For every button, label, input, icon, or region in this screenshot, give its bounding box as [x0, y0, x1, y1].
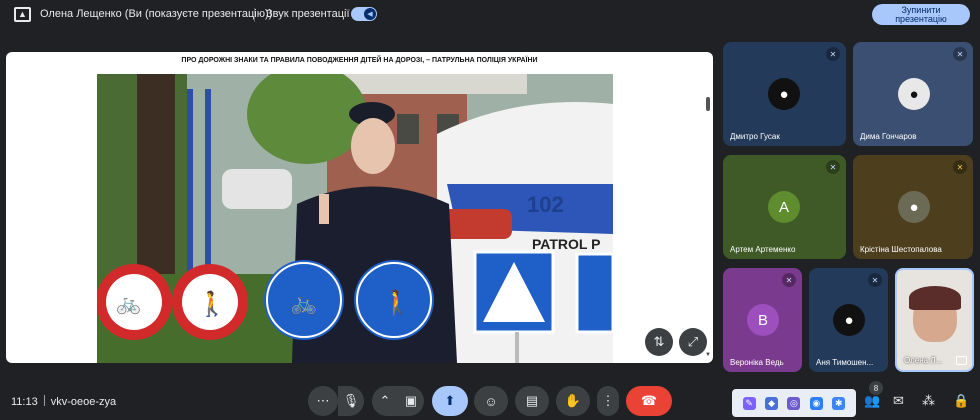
- avatar-letter: А: [768, 191, 800, 223]
- presenting-banner: ▲ Олена Лещенко (Ви (показуєте презентац…: [0, 0, 980, 30]
- people-icon[interactable]: 👥: [864, 393, 880, 409]
- participant-name: Дима Гончаров: [860, 132, 917, 141]
- chat-icon[interactable]: ✉: [893, 393, 904, 409]
- host-controls-icon[interactable]: 🔒: [953, 393, 969, 409]
- mic-off-icon: ✕: [826, 160, 840, 174]
- swap-layout-icon[interactable]: ⇅: [645, 328, 673, 356]
- mic-off-icon: ✕: [782, 273, 796, 287]
- participant-name: Олена Л...: [904, 356, 943, 365]
- participant-name: Дмитро Гусак: [730, 132, 780, 141]
- svg-text:🚲: 🚲: [116, 291, 141, 315]
- presentation-title: ПРО ДОРОЖНІ ЗНАКИ ТА ПРАВИЛА ПОВОДЖЕННЯ …: [181, 57, 538, 64]
- extension-icon[interactable]: ◆: [765, 396, 779, 410]
- extension-icon[interactable]: ◉: [809, 396, 823, 410]
- speaker-icon: ◀: [364, 8, 376, 20]
- participant-tile[interactable]: А ✕ Артем Артеменко: [723, 155, 846, 259]
- meeting-info: 11:13 vkv-oeoe-zya: [11, 395, 116, 408]
- presentation-sound-toggle[interactable]: ◀: [351, 7, 377, 21]
- car-patrol-text: PATROL P: [532, 236, 600, 252]
- activities-icon[interactable]: ⁂: [922, 393, 935, 409]
- participant-name: Аня Тимошен...: [816, 358, 874, 367]
- more-options-small-icon[interactable]: ⋯: [308, 386, 338, 416]
- meet-window: ▲ Олена Лещенко (Ви (показуєте презентац…: [0, 0, 980, 420]
- participant-count-badge: 8: [869, 381, 883, 395]
- mic-off-icon: ✕: [868, 273, 882, 287]
- participant-tile[interactable]: В ✕ Вероніка Ведь: [723, 268, 802, 372]
- svg-text:🚶: 🚶: [382, 289, 412, 317]
- extension-toolbar: ✎ ◆ ◎ ◉ ✱: [732, 389, 856, 417]
- divider: [254, 8, 255, 22]
- divider: [43, 395, 45, 406]
- raise-hand-icon[interactable]: ✋: [556, 386, 590, 416]
- video-frame: 102 PATROL P 🚲 🚶 🚲 🚶: [97, 74, 613, 363]
- bluetooth-icon[interactable]: ✱: [832, 396, 846, 410]
- captions-icon[interactable]: ▤: [515, 386, 549, 416]
- emoji-icon[interactable]: ☺: [474, 386, 508, 416]
- clock: 11:13: [11, 396, 38, 408]
- chevron-up-icon[interactable]: ⌃: [372, 386, 398, 416]
- participant-tile[interactable]: ● ✕ Крістіна Шестопалова: [853, 155, 973, 259]
- participant-tile[interactable]: ● ✕ Дмитро Гусак: [723, 42, 846, 146]
- present-now-button[interactable]: ⬆: [432, 386, 468, 416]
- end-call-button[interactable]: ☎: [626, 386, 672, 416]
- shared-screen: ПРО ДОРОЖНІ ЗНАКИ ТА ПРАВИЛА ПОВОДЖЕННЯ …: [6, 52, 713, 363]
- more-options-icon[interactable]: ⋮: [597, 386, 619, 416]
- avatar: ●: [833, 304, 865, 336]
- svg-text:🚲: 🚲: [290, 291, 317, 316]
- mic-off-icon: ✕: [953, 47, 967, 61]
- participant-tile[interactable]: ● ✕ Аня Тимошен...: [809, 268, 888, 372]
- presentation-video[interactable]: 102 PATROL P 🚲 🚶 🚲 🚶: [97, 74, 613, 363]
- svg-text:🚶: 🚶: [197, 290, 227, 318]
- avatar: ●: [898, 191, 930, 223]
- present-screen-icon: ▲: [14, 7, 31, 22]
- mic-off-icon: ✕: [826, 47, 840, 61]
- avatar: ●: [768, 78, 800, 110]
- camera-feed-hair: [909, 286, 961, 310]
- stop-presenting-button[interactable]: Зупинити презентацію: [872, 4, 970, 25]
- fullscreen-icon[interactable]: ⤢: [679, 328, 707, 356]
- extension-icon[interactable]: ◎: [787, 396, 801, 410]
- self-view-options-icon[interactable]: [956, 356, 967, 365]
- mic-off-icon: ✕: [953, 160, 967, 174]
- participant-name: Артем Артеменко: [730, 245, 796, 254]
- car-phone-number: 102: [527, 192, 564, 217]
- participant-tile[interactable]: ● ✕ Дима Гончаров: [853, 42, 973, 146]
- participant-name: Крістіна Шестопалова: [860, 245, 942, 254]
- avatar-letter: В: [747, 304, 779, 336]
- pen-icon[interactable]: ✎: [742, 396, 756, 410]
- avatar: ●: [898, 78, 930, 110]
- presenter-label: Олена Лещенко (Ви (показуєте презентацію…: [40, 8, 273, 20]
- mic-icon[interactable]: 🎙: [338, 386, 364, 416]
- scrollbar[interactable]: [706, 97, 710, 111]
- self-view-tile[interactable]: Олена Л...: [895, 268, 974, 372]
- scroll-down-icon[interactable]: ▼: [705, 352, 711, 358]
- camera-icon[interactable]: ▣: [398, 386, 424, 416]
- meeting-code: vkv-oeoe-zya: [50, 396, 117, 408]
- presentation-sound-label: Звук презентації: [266, 8, 350, 20]
- participant-name: Вероніка Ведь: [730, 358, 784, 367]
